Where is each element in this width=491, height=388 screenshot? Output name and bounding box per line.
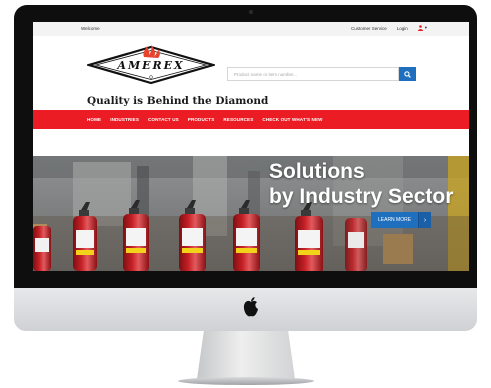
hero-heading: Solutions by Industry Sector xyxy=(269,159,453,209)
website-screen: Welcome Customer Service Login ▾ AMEREX … xyxy=(33,22,469,271)
search-input[interactable]: Product name or item number... xyxy=(227,67,399,81)
monitor-stand xyxy=(197,331,295,379)
account-caret: ▾ xyxy=(424,25,427,30)
diamond-logo-graphic: AMEREX xyxy=(85,45,217,85)
search-button[interactable] xyxy=(399,67,416,81)
login-link[interactable]: Login xyxy=(397,26,408,31)
learn-more-label: LEARN MORE xyxy=(378,217,412,223)
nav-items: HOME INDUSTRIES CONTACT US PRODUCTS RESOURCE… xyxy=(87,110,323,129)
amerex-logo[interactable]: AMEREX xyxy=(85,44,217,86)
utility-links: Customer Service Login ▾ xyxy=(351,25,427,31)
apple-logo-icon xyxy=(243,297,258,317)
nav-item-contact-us[interactable]: CONTACT US xyxy=(148,117,179,122)
utility-bar: Welcome Customer Service Login ▾ xyxy=(33,22,469,36)
user-icon xyxy=(417,25,423,31)
nav-item-products[interactable]: PRODUCTS xyxy=(188,117,215,122)
webcam xyxy=(249,10,253,14)
main-nav: HOME INDUSTRIES CONTACT US PRODUCTS RESOURCE… xyxy=(33,110,469,129)
search-icon xyxy=(404,70,411,78)
hero-banner: Solutions by Industry Sector LEARN MORE … xyxy=(33,156,469,271)
welcome-text: Welcome xyxy=(81,26,100,31)
nav-item-home[interactable]: HOME xyxy=(87,117,101,122)
customer-service-link[interactable]: Customer Service xyxy=(351,26,387,31)
nav-item-resources[interactable]: RESOURCES xyxy=(223,117,253,122)
hero-heading-line2: by Industry Sector xyxy=(269,185,454,208)
nav-item-check-out-what-s-new[interactable]: CHECK OUT WHAT'S NEW xyxy=(262,117,322,122)
hero-heading-line1: Solutions xyxy=(269,160,365,183)
account-menu[interactable]: ▾ xyxy=(417,25,427,31)
monitor-stand-base xyxy=(178,377,314,385)
tagline: Quality is Behind the Diamond xyxy=(87,95,269,107)
chevron-right-icon: › xyxy=(418,212,432,228)
learn-more-button[interactable]: LEARN MORE › xyxy=(371,212,432,228)
nav-item-industries[interactable]: INDUSTRIES xyxy=(110,117,139,122)
logo-wordmark: AMEREX xyxy=(116,59,184,72)
